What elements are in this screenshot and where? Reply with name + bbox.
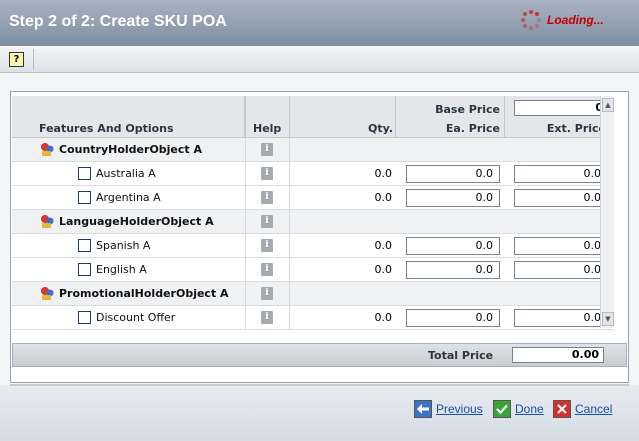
previous-label: Previous <box>436 402 483 416</box>
header-cell-features: Features And Options <box>12 96 245 138</box>
option-label: Discount Offer <box>96 311 176 324</box>
holder-object-icon <box>41 143 54 156</box>
loading-text: Loading... <box>547 13 604 27</box>
info-icon[interactable]: i <box>261 239 273 252</box>
spinner-dot <box>529 26 533 30</box>
option-row-argentina: Argentina A i 0.0 0.0 0.0 <box>12 186 614 210</box>
spinner-dot <box>521 18 525 22</box>
base-price-label: Base Price <box>435 103 500 116</box>
cancel-button[interactable]: Cancel <box>553 399 612 419</box>
arrow-left-icon <box>414 400 432 418</box>
qty-value: 0.0 <box>374 191 393 204</box>
header-cell-qty: Qty. <box>290 96 396 138</box>
vertical-scrollbar[interactable]: ▲ ▼ <box>600 96 614 328</box>
option-checkbox[interactable] <box>78 239 91 252</box>
holder-object-icon <box>41 215 54 228</box>
ext-price-input[interactable]: 0.0 <box>514 165 608 183</box>
done-button[interactable]: Done <box>493 399 544 419</box>
ea-price-input[interactable]: 0.0 <box>406 189 500 207</box>
option-row-english: English A i 0.0 0.0 0.0 <box>12 258 614 282</box>
total-bar: Total Price 0.00 <box>12 343 627 367</box>
group-label: CountryHolderObject A <box>59 143 203 156</box>
option-row-spanish: Spanish A i 0.0 0.0 0.0 <box>12 234 614 258</box>
option-row-discount: Discount Offer i 0.0 0.0 0.0 <box>12 306 614 330</box>
option-label: English A <box>96 263 147 276</box>
option-label: Spanish A <box>96 239 151 252</box>
header-cell-ea: Base Price Ea. Price <box>396 96 505 138</box>
info-icon[interactable]: i <box>261 263 273 276</box>
scroll-down-icon[interactable]: ▼ <box>602 312 614 326</box>
page-title: Step 2 of 2: Create SKU POA <box>9 13 227 30</box>
qty-value: 0.0 <box>374 167 393 180</box>
base-price-input[interactable]: 0 <box>514 100 608 116</box>
window-header: Step 2 of 2: Create SKU POA Loading... <box>0 0 639 46</box>
ea-price-input[interactable]: 0.0 <box>406 309 500 327</box>
toolbar: ? <box>0 46 639 73</box>
column-header-features: Features And Options <box>39 122 174 135</box>
grid-header: Features And Options Help Qty. Base Pric… <box>12 96 614 138</box>
info-icon[interactable]: i <box>261 191 273 204</box>
spinner-dot <box>534 12 539 17</box>
option-checkbox[interactable] <box>78 263 91 276</box>
info-icon[interactable]: i <box>261 143 273 156</box>
group-label: PromotionalHolderObject A <box>59 287 229 300</box>
info-icon[interactable]: i <box>261 167 273 180</box>
option-checkbox[interactable] <box>78 191 91 204</box>
option-checkbox[interactable] <box>78 311 91 324</box>
info-icon[interactable]: i <box>261 311 273 324</box>
group-row-promotional: PromotionalHolderObject A i <box>12 282 614 306</box>
ea-price-input[interactable]: 0.0 <box>406 165 500 183</box>
qty-value: 0.0 <box>374 311 393 324</box>
column-header-ea-price: Ea. Price <box>445 122 500 135</box>
footer: Previous Done Cancel <box>0 386 639 441</box>
total-price-label: Total Price <box>428 349 494 362</box>
ext-price-input[interactable]: 0.0 <box>514 189 608 207</box>
header-cell-help: Help <box>245 96 290 138</box>
qty-value: 0.0 <box>374 263 393 276</box>
info-icon[interactable]: i <box>261 215 273 228</box>
ea-price-input[interactable]: 0.0 <box>406 237 500 255</box>
spinner-dot <box>523 23 528 28</box>
column-header-help: Help <box>253 122 282 135</box>
option-label: Australia A <box>96 167 156 180</box>
option-checkbox[interactable] <box>78 167 91 180</box>
close-icon <box>553 400 571 418</box>
ext-price-input[interactable]: 0.0 <box>514 261 608 279</box>
column-header-qty: Qty. <box>368 122 393 135</box>
option-row-australia: Australia A i 0.0 0.0 0.0 <box>12 162 614 186</box>
spinner-dot <box>534 23 539 28</box>
option-label: Argentina A <box>96 191 161 204</box>
scroll-up-icon[interactable]: ▲ <box>602 98 614 112</box>
toolbar-divider <box>33 49 34 70</box>
spinner-dot <box>529 10 533 14</box>
qty-value: 0.0 <box>374 239 393 252</box>
loading-spinner-icon <box>520 9 542 31</box>
help-icon[interactable]: ? <box>9 52 24 67</box>
column-header-ext-price: Ext. Price <box>546 122 606 135</box>
done-label: Done <box>515 402 544 416</box>
checkmark-icon <box>493 400 511 418</box>
spinner-dot <box>537 18 541 22</box>
group-label: LanguageHolderObject A <box>59 215 214 228</box>
cancel-label: Cancel <box>575 402 613 416</box>
info-icon[interactable]: i <box>261 287 273 300</box>
previous-button[interactable]: Previous <box>414 399 483 419</box>
spinner-dot <box>523 12 528 17</box>
ext-price-input[interactable]: 0.0 <box>514 237 608 255</box>
loading-indicator: Loading... <box>520 9 604 31</box>
total-price-value: 0.00 <box>512 347 604 363</box>
holder-object-icon <box>41 287 54 300</box>
ext-price-input[interactable]: 0.0 <box>514 309 608 327</box>
group-row-country: CountryHolderObject A i <box>12 138 614 162</box>
ea-price-input[interactable]: 0.0 <box>406 261 500 279</box>
group-row-language: LanguageHolderObject A i <box>12 210 614 234</box>
